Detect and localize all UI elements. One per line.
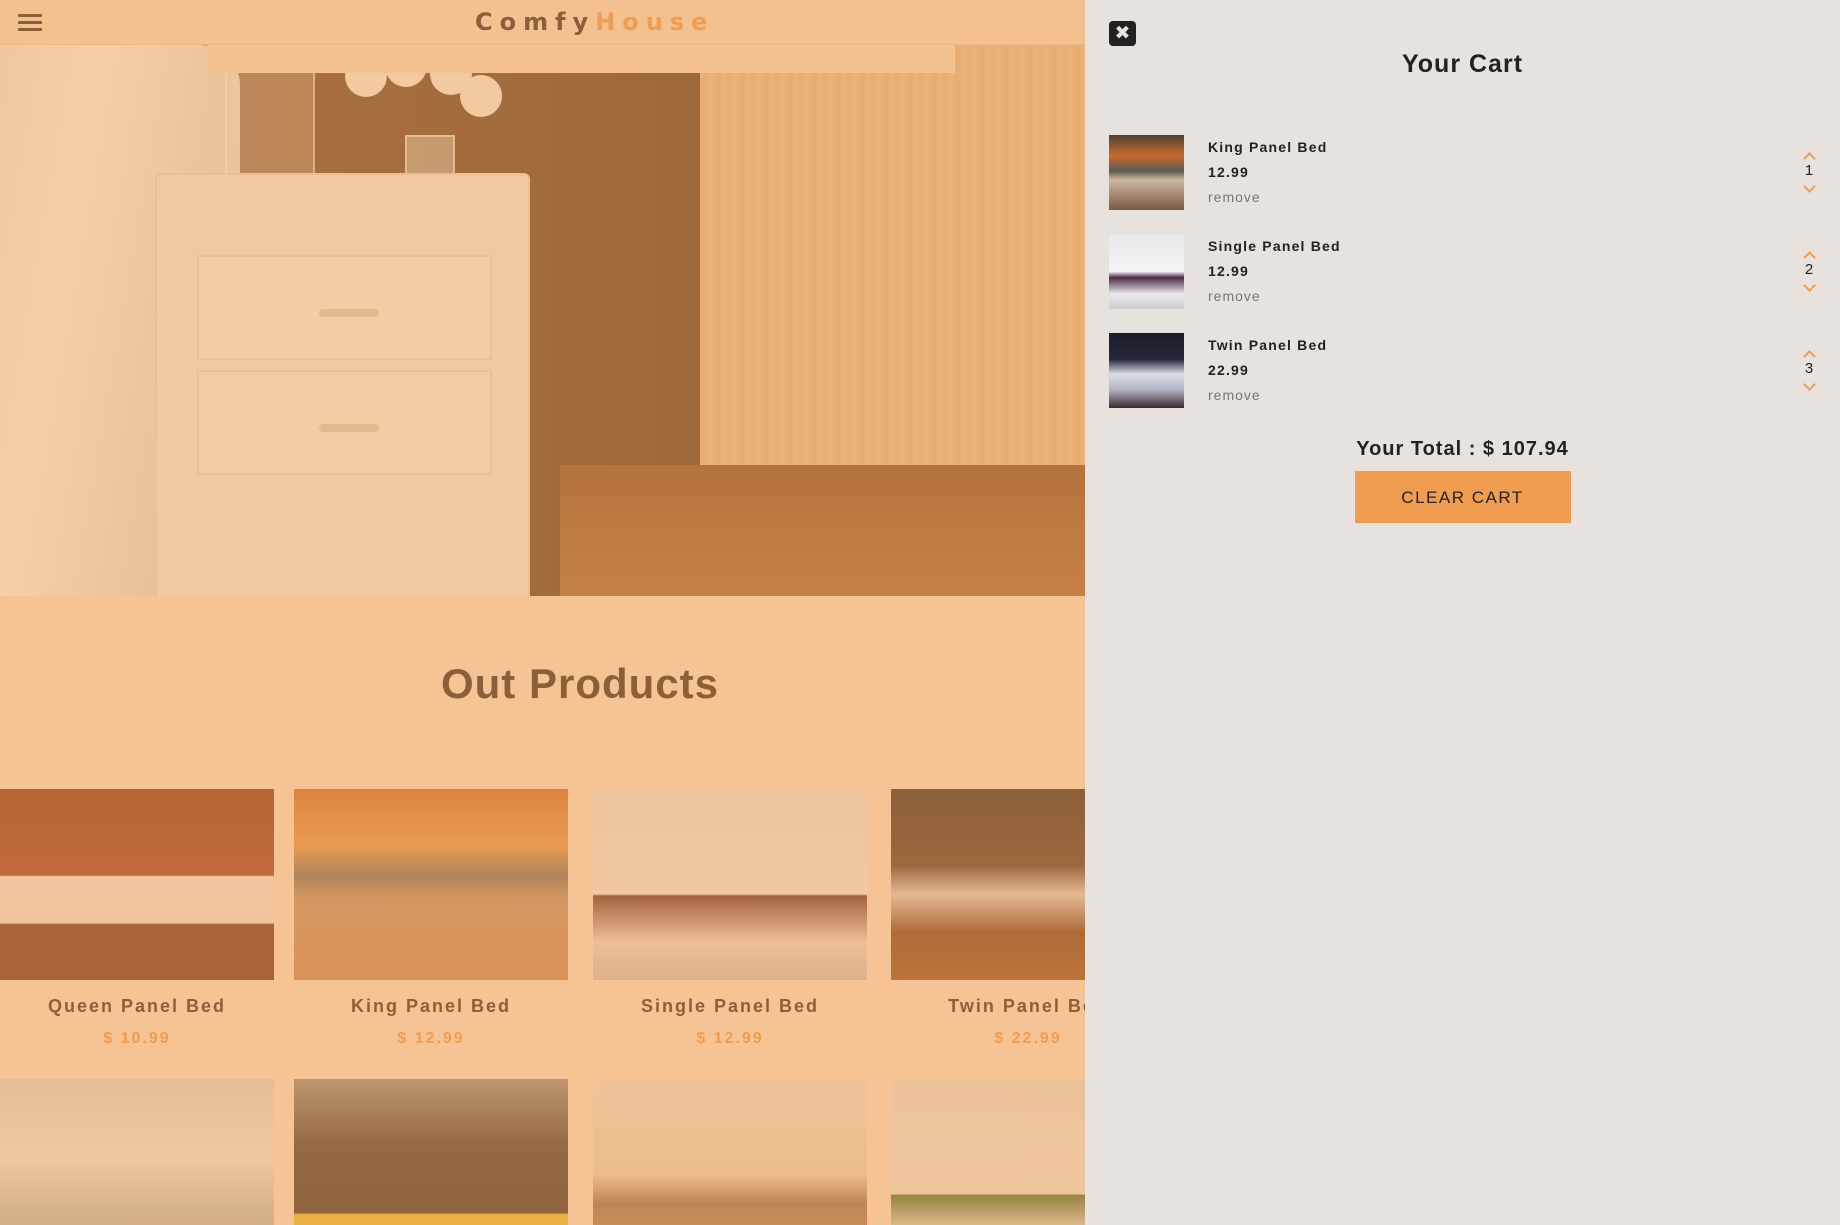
cart-item-name: Twin Panel Bed: [1208, 337, 1328, 353]
cart-item-image: [1109, 234, 1184, 309]
cart-item-name: Single Panel Bed: [1208, 238, 1341, 254]
chevron-down-icon[interactable]: [1799, 180, 1819, 193]
cart-item-image: [1109, 135, 1184, 210]
chevron-up-icon[interactable]: [1799, 149, 1819, 165]
chevron-down-icon[interactable]: [1799, 279, 1819, 292]
cart-item-price: 12.99: [1208, 164, 1250, 180]
cart-item-price: 22.99: [1208, 362, 1250, 378]
remove-item-button[interactable]: remove: [1208, 288, 1341, 304]
chevron-up-icon[interactable]: [1799, 248, 1819, 264]
cart-item: Twin Panel Bed 22.99 remove 3: [1109, 333, 1819, 409]
chevron-up-icon[interactable]: [1799, 347, 1819, 363]
cart-title: Your Cart: [1401, 50, 1524, 78]
cart-item-image: [1109, 333, 1184, 408]
clear-cart-button[interactable]: CLEAR CART: [1354, 471, 1571, 523]
cart-item-price: 12.99: [1208, 263, 1250, 279]
chevron-down-icon[interactable]: [1799, 378, 1819, 391]
cart-item-name: King Panel Bed: [1208, 139, 1328, 155]
cart-total: Your Total : $ 107.94: [1356, 438, 1569, 460]
quantity-stepper: 3: [1799, 347, 1819, 391]
close-icon[interactable]: ✖: [1109, 21, 1136, 46]
cart-panel: ✖ Your Cart King Panel Bed 12.99 remove …: [1085, 0, 1840, 1225]
cart-item: Single Panel Bed 12.99 remove 2: [1109, 234, 1819, 310]
quantity-stepper: 1: [1799, 149, 1819, 193]
cart-footer: Your Total : $ 107.94 CLEAR CART: [1085, 438, 1840, 523]
quantity-stepper: 2: [1799, 248, 1819, 292]
cart-item: King Panel Bed 12.99 remove 1: [1109, 135, 1819, 211]
remove-item-button[interactable]: remove: [1208, 189, 1327, 205]
remove-item-button[interactable]: remove: [1208, 387, 1327, 403]
